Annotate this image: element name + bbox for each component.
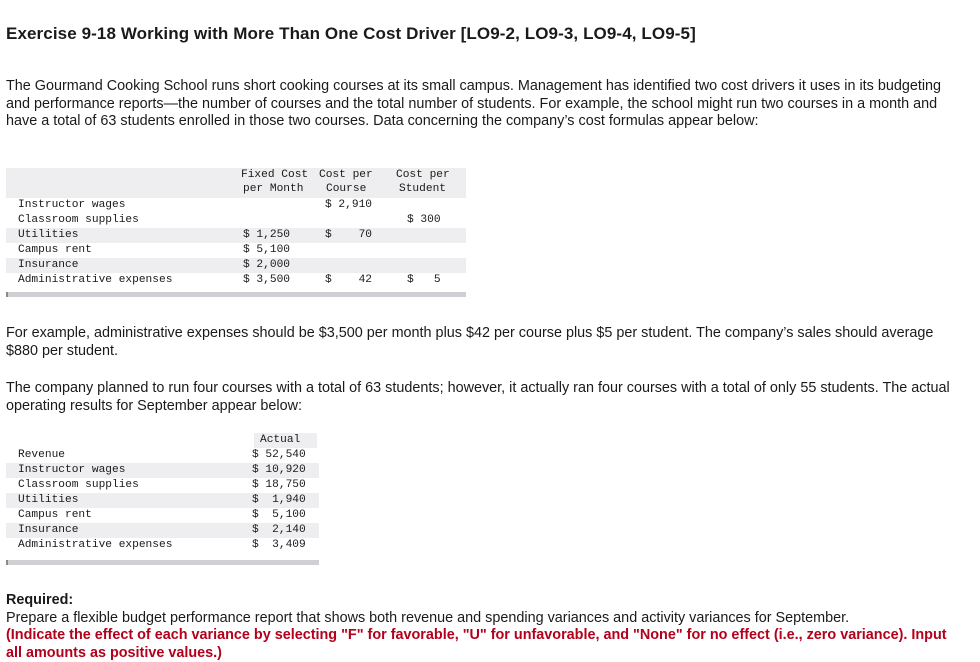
actual-value-supplies: $ 18,750 (252, 479, 306, 491)
header-student-line2: Student (399, 183, 446, 195)
actual-value-revenue: $ 52,540 (252, 449, 306, 461)
row-fixed-utilities: $ 1,250 (243, 229, 290, 241)
actual-table-bottom-bar (6, 560, 319, 565)
actual-header: Actual (260, 434, 301, 446)
row-fixed-admin: $ 3,500 (243, 274, 290, 286)
actual-value-instructor: $ 10,920 (252, 464, 306, 476)
cost-formula-table: Fixed Cost per Month Cost per Course Cos… (6, 168, 466, 300)
table-bottom-bar (6, 292, 466, 297)
actual-value-utilities: $ 1,940 (252, 494, 306, 506)
row-student-supplies: $ 300 (407, 214, 441, 226)
row-course-instructor: $ 2,910 (325, 199, 372, 211)
planned-paragraph: The company planned to run four courses … (6, 380, 950, 414)
required-label: Required: (6, 592, 74, 608)
actual-results-table: Actual Revenue $ 52,540 Instructor wages… (6, 433, 319, 567)
actual-value-rent: $ 5,100 (252, 509, 306, 521)
header-fixed-line1: Fixed Cost (241, 169, 309, 181)
required-text: Prepare a flexible budget performance re… (6, 609, 850, 626)
example-paragraph: For example, administrative expenses sho… (6, 325, 934, 359)
row-label-admin: Administrative expenses (18, 274, 173, 286)
row-student-admin: $ 5 (407, 274, 441, 286)
actual-value-admin: $ 3,409 (252, 539, 306, 551)
header-course-line2: Course (326, 183, 367, 195)
actual-label-insurance: Insurance (18, 524, 79, 536)
intro-paragraph: The Gourmand Cooking School runs short c… (6, 78, 942, 130)
actual-label-revenue: Revenue (18, 449, 65, 461)
row-label-instructor: Instructor wages (18, 199, 126, 211)
row-fixed-insurance: $ 2,000 (243, 259, 290, 271)
row-label-insurance: Insurance (18, 259, 79, 271)
actual-label-instructor: Instructor wages (18, 464, 126, 476)
row-fixed-rent: $ 5,100 (243, 244, 290, 256)
row-label-supplies: Classroom supplies (18, 214, 139, 226)
required-section: Required: Prepare a flexible budget perf… (6, 592, 966, 662)
header-course-line1: Cost per (319, 169, 373, 181)
header-fixed-line2: per Month (243, 183, 304, 195)
row-label-utilities: Utilities (18, 229, 79, 241)
actual-label-supplies: Classroom supplies (18, 479, 139, 491)
row-label-rent: Campus rent (18, 244, 92, 256)
actual-value-insurance: $ 2,140 (252, 524, 306, 536)
required-instruction: (Indicate the effect of each variance by… (6, 627, 947, 661)
actual-label-admin: Administrative expenses (18, 539, 173, 551)
row-course-admin: $ 42 (325, 274, 372, 286)
exercise-title: Exercise 9-18 Working with More Than One… (6, 24, 696, 43)
header-student-line1: Cost per (396, 169, 450, 181)
row-course-utilities: $ 70 (325, 229, 372, 241)
actual-label-rent: Campus rent (18, 509, 92, 521)
actual-label-utilities: Utilities (18, 494, 79, 506)
